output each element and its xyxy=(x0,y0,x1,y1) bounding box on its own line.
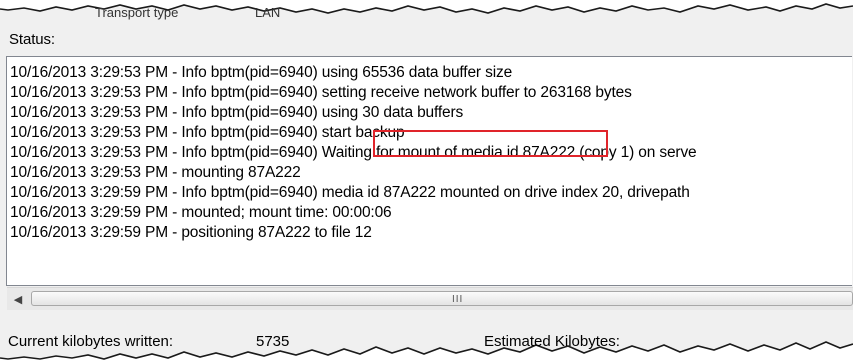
job-details-window: Transport type LAN Status: 10/16/2013 3:… xyxy=(0,0,853,360)
top-fragment-text: Transport type xyxy=(95,5,178,20)
estimated-kilobytes-label: Estimated Kilobytes: xyxy=(484,333,620,350)
top-fragment-text-2: LAN xyxy=(255,5,280,20)
log-line[interactable]: 10/16/2013 3:29:53 PM - Info bptm(pid=69… xyxy=(10,83,697,103)
log-line[interactable]: 10/16/2013 3:29:53 PM - mounting 87A222 xyxy=(10,163,697,183)
horizontal-scrollbar[interactable]: ◀ III xyxy=(7,287,853,310)
status-label: Status: xyxy=(9,31,55,48)
log-line[interactable]: 10/16/2013 3:29:59 PM - mounted; mount t… xyxy=(10,203,697,223)
current-kilobytes-label: Current kilobytes written: xyxy=(8,333,174,350)
left-arrow-icon: ◀ xyxy=(13,293,23,306)
highlight-box-media-mounted xyxy=(373,130,608,157)
current-kilobytes-value: 5735 xyxy=(256,333,290,350)
status-log-list[interactable]: 10/16/2013 3:29:53 PM - Info bptm(pid=69… xyxy=(6,56,852,286)
scrollbar-thumb[interactable]: III xyxy=(31,291,853,306)
torn-top-edge: Transport type LAN xyxy=(0,0,853,20)
log-line[interactable]: 10/16/2013 3:29:59 PM - Info bptm(pid=69… xyxy=(10,183,697,203)
scroll-left-button[interactable]: ◀ xyxy=(7,288,29,310)
scroll-grip-icon: III xyxy=(452,294,464,305)
log-line[interactable]: 10/16/2013 3:29:53 PM - Info bptm(pid=69… xyxy=(10,103,697,123)
log-line[interactable]: 10/16/2013 3:29:53 PM - Info bptm(pid=69… xyxy=(10,63,697,83)
log-line[interactable]: 10/16/2013 3:29:59 PM - positioning 87A2… xyxy=(10,223,697,243)
